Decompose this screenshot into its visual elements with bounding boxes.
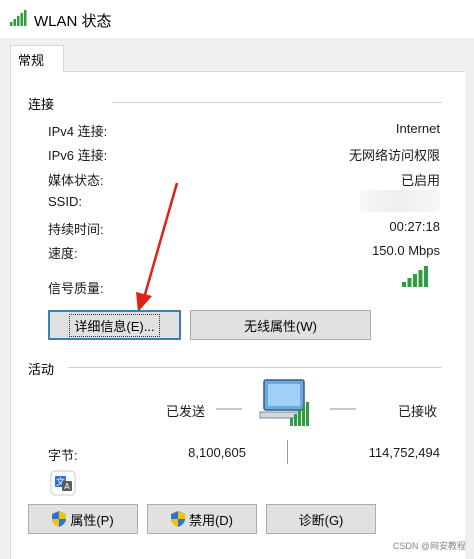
sent-dash: [216, 408, 242, 410]
duration-value: 00:27:18: [389, 219, 440, 234]
speed-value: 150.0 Mbps: [372, 243, 440, 258]
speed-label: 速度:: [48, 246, 78, 261]
ipv4-label: IPv4 连接:: [48, 124, 108, 139]
wireless-properties-button[interactable]: 无线属性(W): [190, 310, 371, 340]
translate-icon[interactable]: 文 A: [50, 470, 76, 501]
ipv6-label: IPv6 连接:: [48, 148, 108, 163]
watermark: CSDN @网安教程: [392, 541, 466, 551]
signal-bar: [424, 266, 428, 287]
signal-quality-label: 信号质量:: [48, 281, 104, 296]
bytes-sent-value: 8,100,605: [188, 445, 246, 460]
properties-button-label: 属性(P): [70, 512, 114, 528]
duration-label: 持续时间:: [48, 222, 104, 237]
svg-text:A: A: [64, 482, 70, 491]
bytes-label: 字节:: [48, 448, 78, 463]
shield-icon: [170, 511, 185, 527]
connection-heading: 连接: [28, 97, 55, 112]
bytes-received-value: 114,752,494: [368, 445, 440, 460]
network-computer-icon: [258, 378, 314, 435]
sent-label: 已发送: [166, 404, 206, 419]
properties-button[interactable]: 属性(P): [28, 504, 138, 534]
received-label: 已接收: [398, 404, 438, 419]
signal-bar: [402, 282, 406, 287]
activity-heading: 活动: [28, 362, 55, 377]
window-title: WLAN 状态: [34, 13, 112, 30]
disable-button[interactable]: 禁用(D): [147, 504, 257, 534]
media-state-label: 媒体状态:: [48, 173, 104, 188]
disable-button-label: 禁用(D): [188, 512, 234, 528]
media-state-value: 已启用: [400, 173, 440, 188]
connection-separator: [112, 102, 442, 103]
shield-icon: [52, 511, 67, 527]
received-dash: [330, 408, 356, 410]
ipv4-value: Internet: [395, 121, 440, 136]
ssid-value-redacted: [360, 190, 440, 212]
details-button-label: 详细信息(E)...: [69, 313, 160, 337]
signal-bar: [407, 278, 412, 287]
signal-bar: [418, 270, 423, 287]
annotation-arrow: [136, 182, 179, 312]
signal-bar: [413, 274, 417, 287]
signal-strength-icon: [402, 265, 432, 292]
bytes-divider: [287, 440, 288, 464]
ipv6-value: 无网络访问权限: [348, 148, 440, 163]
activity-separator: [68, 367, 442, 368]
ssid-label: SSID:: [48, 194, 82, 209]
wifi-signal-icon: [10, 10, 28, 31]
tab-general-label: 常规: [18, 53, 45, 68]
details-button[interactable]: 详细信息(E)...: [48, 310, 181, 340]
diagnose-button[interactable]: 诊断(G): [266, 504, 376, 534]
